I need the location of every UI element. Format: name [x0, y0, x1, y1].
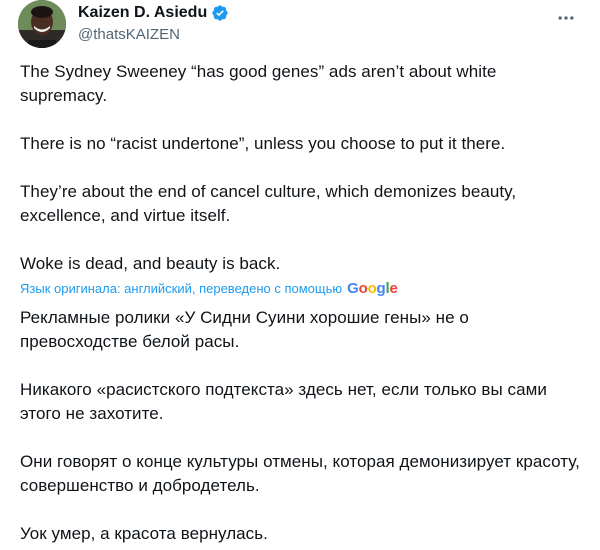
- original-paragraph: The Sydney Sweeney “has good genes” ads …: [20, 62, 497, 105]
- more-horizontal-icon: [556, 8, 576, 33]
- google-letter: o: [358, 280, 368, 297]
- original-paragraph: They’re about the end of cancel culture,…: [20, 182, 517, 225]
- translated-paragraph: Уок умер, а красота вернулась.: [20, 524, 268, 543]
- author-display-name[interactable]: Kaizen D. Asiedu: [78, 3, 207, 23]
- avatar[interactable]: [18, 0, 66, 48]
- google-logo: Google: [347, 280, 398, 298]
- google-letter: G: [347, 280, 359, 297]
- tweet-body: The Sydney Sweeney “has good genes” ads …: [20, 60, 580, 550]
- translated-paragraph: Рекламные ролики «У Сидни Суини хорошие …: [20, 308, 469, 351]
- translation-note-text: Язык оригинала: английский, переведено с…: [20, 281, 343, 296]
- original-paragraph: There is no “racist undertone”, unless y…: [20, 134, 506, 153]
- translated-paragraph: Никакого «расистского подтекста» здесь н…: [20, 380, 547, 423]
- google-letter: g: [376, 280, 386, 297]
- author-handle[interactable]: @thatsKAIZEN: [78, 25, 229, 45]
- verified-badge-icon: [211, 4, 229, 22]
- tweet-header: Kaizen D. Asiedu @thatsKAIZEN: [16, 0, 584, 52]
- name-row: Kaizen D. Asiedu: [78, 2, 229, 24]
- author-block: Kaizen D. Asiedu @thatsKAIZEN: [78, 2, 229, 45]
- translation-attribution[interactable]: Язык оригинала: английский, переведено с…: [20, 280, 580, 298]
- original-paragraph: Woke is dead, and beauty is back.: [20, 254, 281, 273]
- google-letter: e: [389, 280, 398, 297]
- translated-paragraph: Они говорят о конце культуры отмены, кот…: [20, 452, 580, 495]
- more-options-button[interactable]: [552, 6, 580, 34]
- google-letter: o: [367, 280, 377, 297]
